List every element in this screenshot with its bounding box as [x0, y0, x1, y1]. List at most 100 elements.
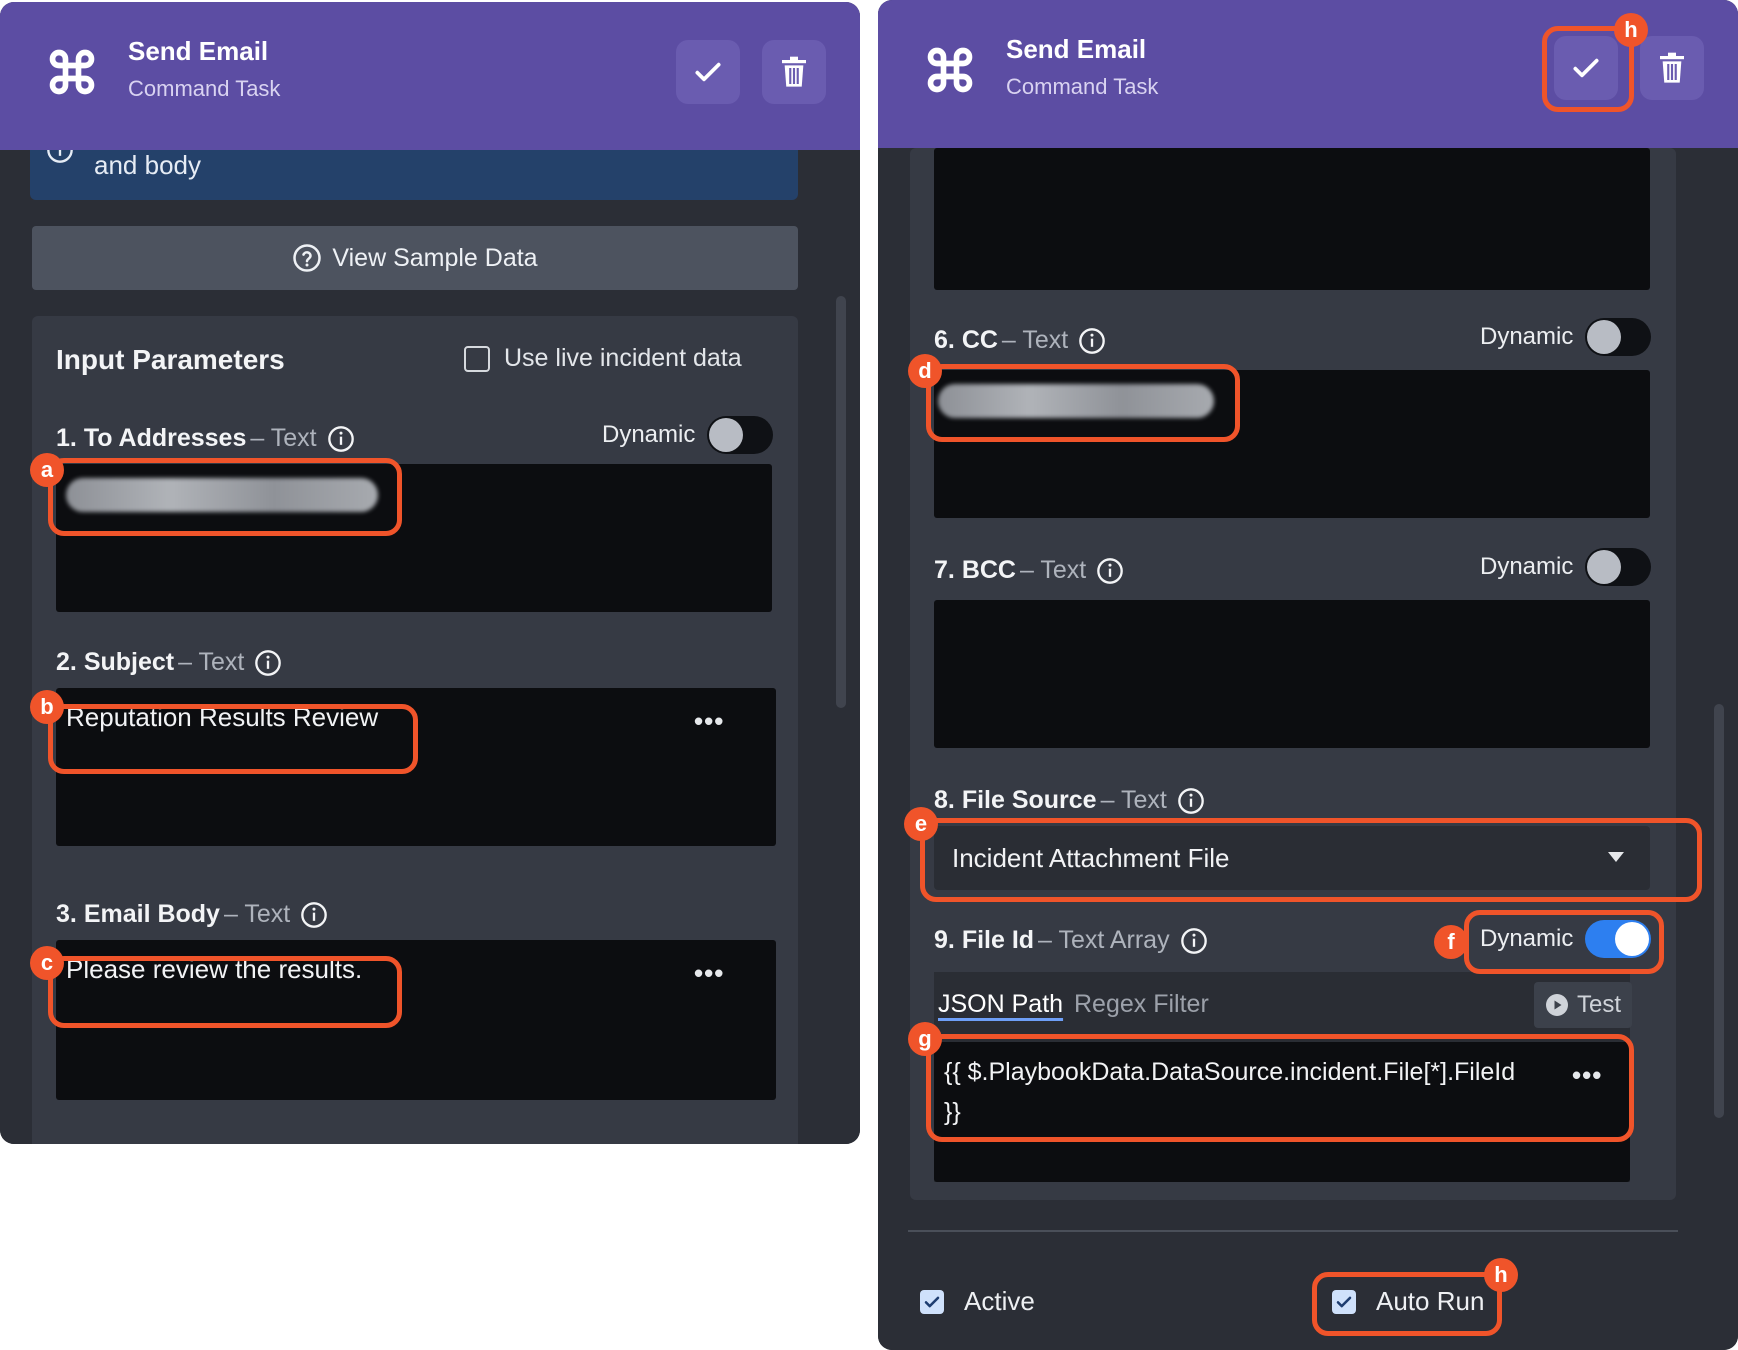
- toggle-switch[interactable]: [1585, 920, 1652, 958]
- cc-dynamic-toggle[interactable]: Dynamic: [1480, 318, 1652, 356]
- param-number: 1.: [56, 424, 77, 452]
- footer-divider: [908, 1230, 1678, 1232]
- email-body-label: 3. Email Body – Text: [56, 900, 328, 929]
- info-icon[interactable]: [1078, 327, 1106, 355]
- auto-run-option[interactable]: Auto Run: [1332, 1286, 1484, 1317]
- info-icon[interactable]: [1180, 927, 1208, 955]
- badge-g: g: [908, 1022, 942, 1056]
- tab-regex-filter[interactable]: Regex Filter: [1074, 990, 1209, 1019]
- left-panel: Send Email Command Task and body View Sa…: [0, 2, 860, 1144]
- info-icon[interactable]: [254, 649, 282, 677]
- param-name: To Addresses: [83, 424, 247, 452]
- auto-run-checkbox[interactable]: [1332, 1289, 1356, 1314]
- param-number: 9.: [934, 926, 955, 954]
- previous-field-input[interactable]: [934, 148, 1650, 290]
- param-number: 2.: [56, 648, 77, 676]
- input-parameters-section: Input Parameters Use live incident data …: [32, 316, 798, 1144]
- file-source-select[interactable]: Incident Attachment File: [934, 826, 1650, 890]
- file-id-input[interactable]: {{ $.PlaybookData.DataSource.incident.Fi…: [934, 1042, 1630, 1182]
- active-checkbox[interactable]: [920, 1289, 944, 1314]
- file-id-label: 9. File Id – Text Array: [934, 926, 1208, 955]
- bcc-dynamic-toggle[interactable]: Dynamic: [1480, 548, 1652, 586]
- file-source-label: 8. File Source – Text: [934, 786, 1205, 815]
- toggle-switch[interactable]: [1585, 548, 1652, 586]
- task-body: 6. CC – Text Dynamic 7. BCC – Text Dynam…: [878, 148, 1738, 1350]
- file-source-value: Incident Attachment File: [952, 842, 1230, 873]
- param-type: – Text: [178, 648, 245, 676]
- param-name: BCC: [961, 556, 1016, 584]
- param-number: 8.: [934, 786, 955, 814]
- active-label: Active: [964, 1286, 1035, 1316]
- param-name: File Source: [961, 786, 1097, 814]
- trash-icon: [782, 56, 806, 87]
- live-data-checkbox[interactable]: [464, 345, 490, 372]
- scrollbar[interactable]: [1714, 704, 1724, 1118]
- subject-input[interactable]: Reputation Results Review •••: [56, 688, 776, 846]
- param-name: CC: [961, 326, 998, 354]
- toggle-switch[interactable]: [1585, 318, 1652, 356]
- cc-input[interactable]: [934, 370, 1650, 518]
- save-button[interactable]: [1554, 36, 1618, 100]
- caret-down-icon: [1608, 852, 1624, 862]
- use-live-incident-data-option[interactable]: Use live incident data: [464, 344, 742, 373]
- bcc-input[interactable]: [934, 600, 1650, 748]
- more-options-icon[interactable]: •••: [694, 706, 724, 737]
- param-type: – Text: [1100, 786, 1167, 814]
- email-body-input[interactable]: Please review the results. •••: [56, 940, 776, 1100]
- param-name: Email Body: [83, 900, 220, 928]
- param-name: Subject: [83, 648, 175, 676]
- play-icon: [1545, 994, 1568, 1016]
- view-sample-data-button[interactable]: View Sample Data: [32, 226, 798, 290]
- test-button[interactable]: Test: [1534, 982, 1632, 1028]
- file-id-value-line2: }}: [944, 1098, 961, 1126]
- dynamic-label: Dynamic: [602, 421, 696, 448]
- info-icon[interactable]: [327, 425, 355, 453]
- active-option[interactable]: Active: [920, 1286, 1035, 1317]
- delete-button[interactable]: [762, 40, 826, 104]
- param-number: 6.: [934, 326, 955, 354]
- info-icon[interactable]: [1177, 787, 1205, 815]
- input-parameters-section: 6. CC – Text Dynamic 7. BCC – Text Dynam…: [910, 148, 1676, 1200]
- to-dynamic-toggle[interactable]: Dynamic: [602, 416, 774, 454]
- badge-h: h: [1614, 13, 1648, 47]
- save-button[interactable]: [676, 40, 740, 104]
- to-addresses-input[interactable]: [56, 464, 772, 612]
- check-icon: [1573, 58, 1599, 78]
- to-addresses-label: 1. To Addresses – Text: [56, 424, 355, 453]
- param-number: 3.: [56, 900, 77, 928]
- bcc-label: 7. BCC – Text: [934, 556, 1124, 585]
- task-title: Send Email: [1006, 34, 1147, 64]
- file-id-editor: JSON Path Regex Filter Test {{ $.Playboo…: [934, 972, 1632, 1182]
- input-parameters-title: Input Parameters: [56, 344, 285, 375]
- redacted-email: [938, 384, 1214, 418]
- task-header: Send Email Command Task: [878, 0, 1738, 148]
- info-icon[interactable]: [1096, 557, 1124, 585]
- live-data-label: Use live incident data: [504, 344, 742, 372]
- command-icon: [49, 49, 95, 95]
- delete-button[interactable]: [1640, 36, 1704, 100]
- dynamic-label: Dynamic: [1480, 553, 1574, 580]
- badge-f: f: [1434, 925, 1468, 959]
- task-body: and body View Sample Data Input Paramete…: [0, 137, 860, 1144]
- toggle-switch[interactable]: [707, 416, 774, 454]
- info-icon[interactable]: [300, 901, 328, 929]
- subject-value: Reputation Results Review: [66, 702, 379, 732]
- param-name: File Id: [961, 926, 1035, 954]
- badge-h: h: [1484, 1258, 1518, 1292]
- badge-d: d: [908, 354, 942, 388]
- more-options-icon[interactable]: •••: [1572, 1060, 1602, 1091]
- param-type: – Text: [250, 424, 317, 452]
- badge-b: b: [30, 690, 64, 724]
- param-type: – Text Array: [1038, 926, 1170, 954]
- email-body-value: Please review the results.: [66, 954, 363, 984]
- redacted-email: [66, 478, 378, 512]
- file-id-dynamic-toggle[interactable]: Dynamic: [1480, 920, 1652, 958]
- auto-run-label: Auto Run: [1376, 1286, 1485, 1316]
- right-panel: Send Email Command Task 6. CC – Text Dyn…: [878, 0, 1738, 1350]
- scrollbar[interactable]: [836, 296, 846, 708]
- task-header: Send Email Command Task: [0, 2, 860, 150]
- dynamic-label: Dynamic: [1480, 925, 1574, 952]
- more-options-icon[interactable]: •••: [694, 958, 724, 989]
- tab-json-path[interactable]: JSON Path: [938, 990, 1063, 1019]
- info-text: and body: [94, 150, 201, 180]
